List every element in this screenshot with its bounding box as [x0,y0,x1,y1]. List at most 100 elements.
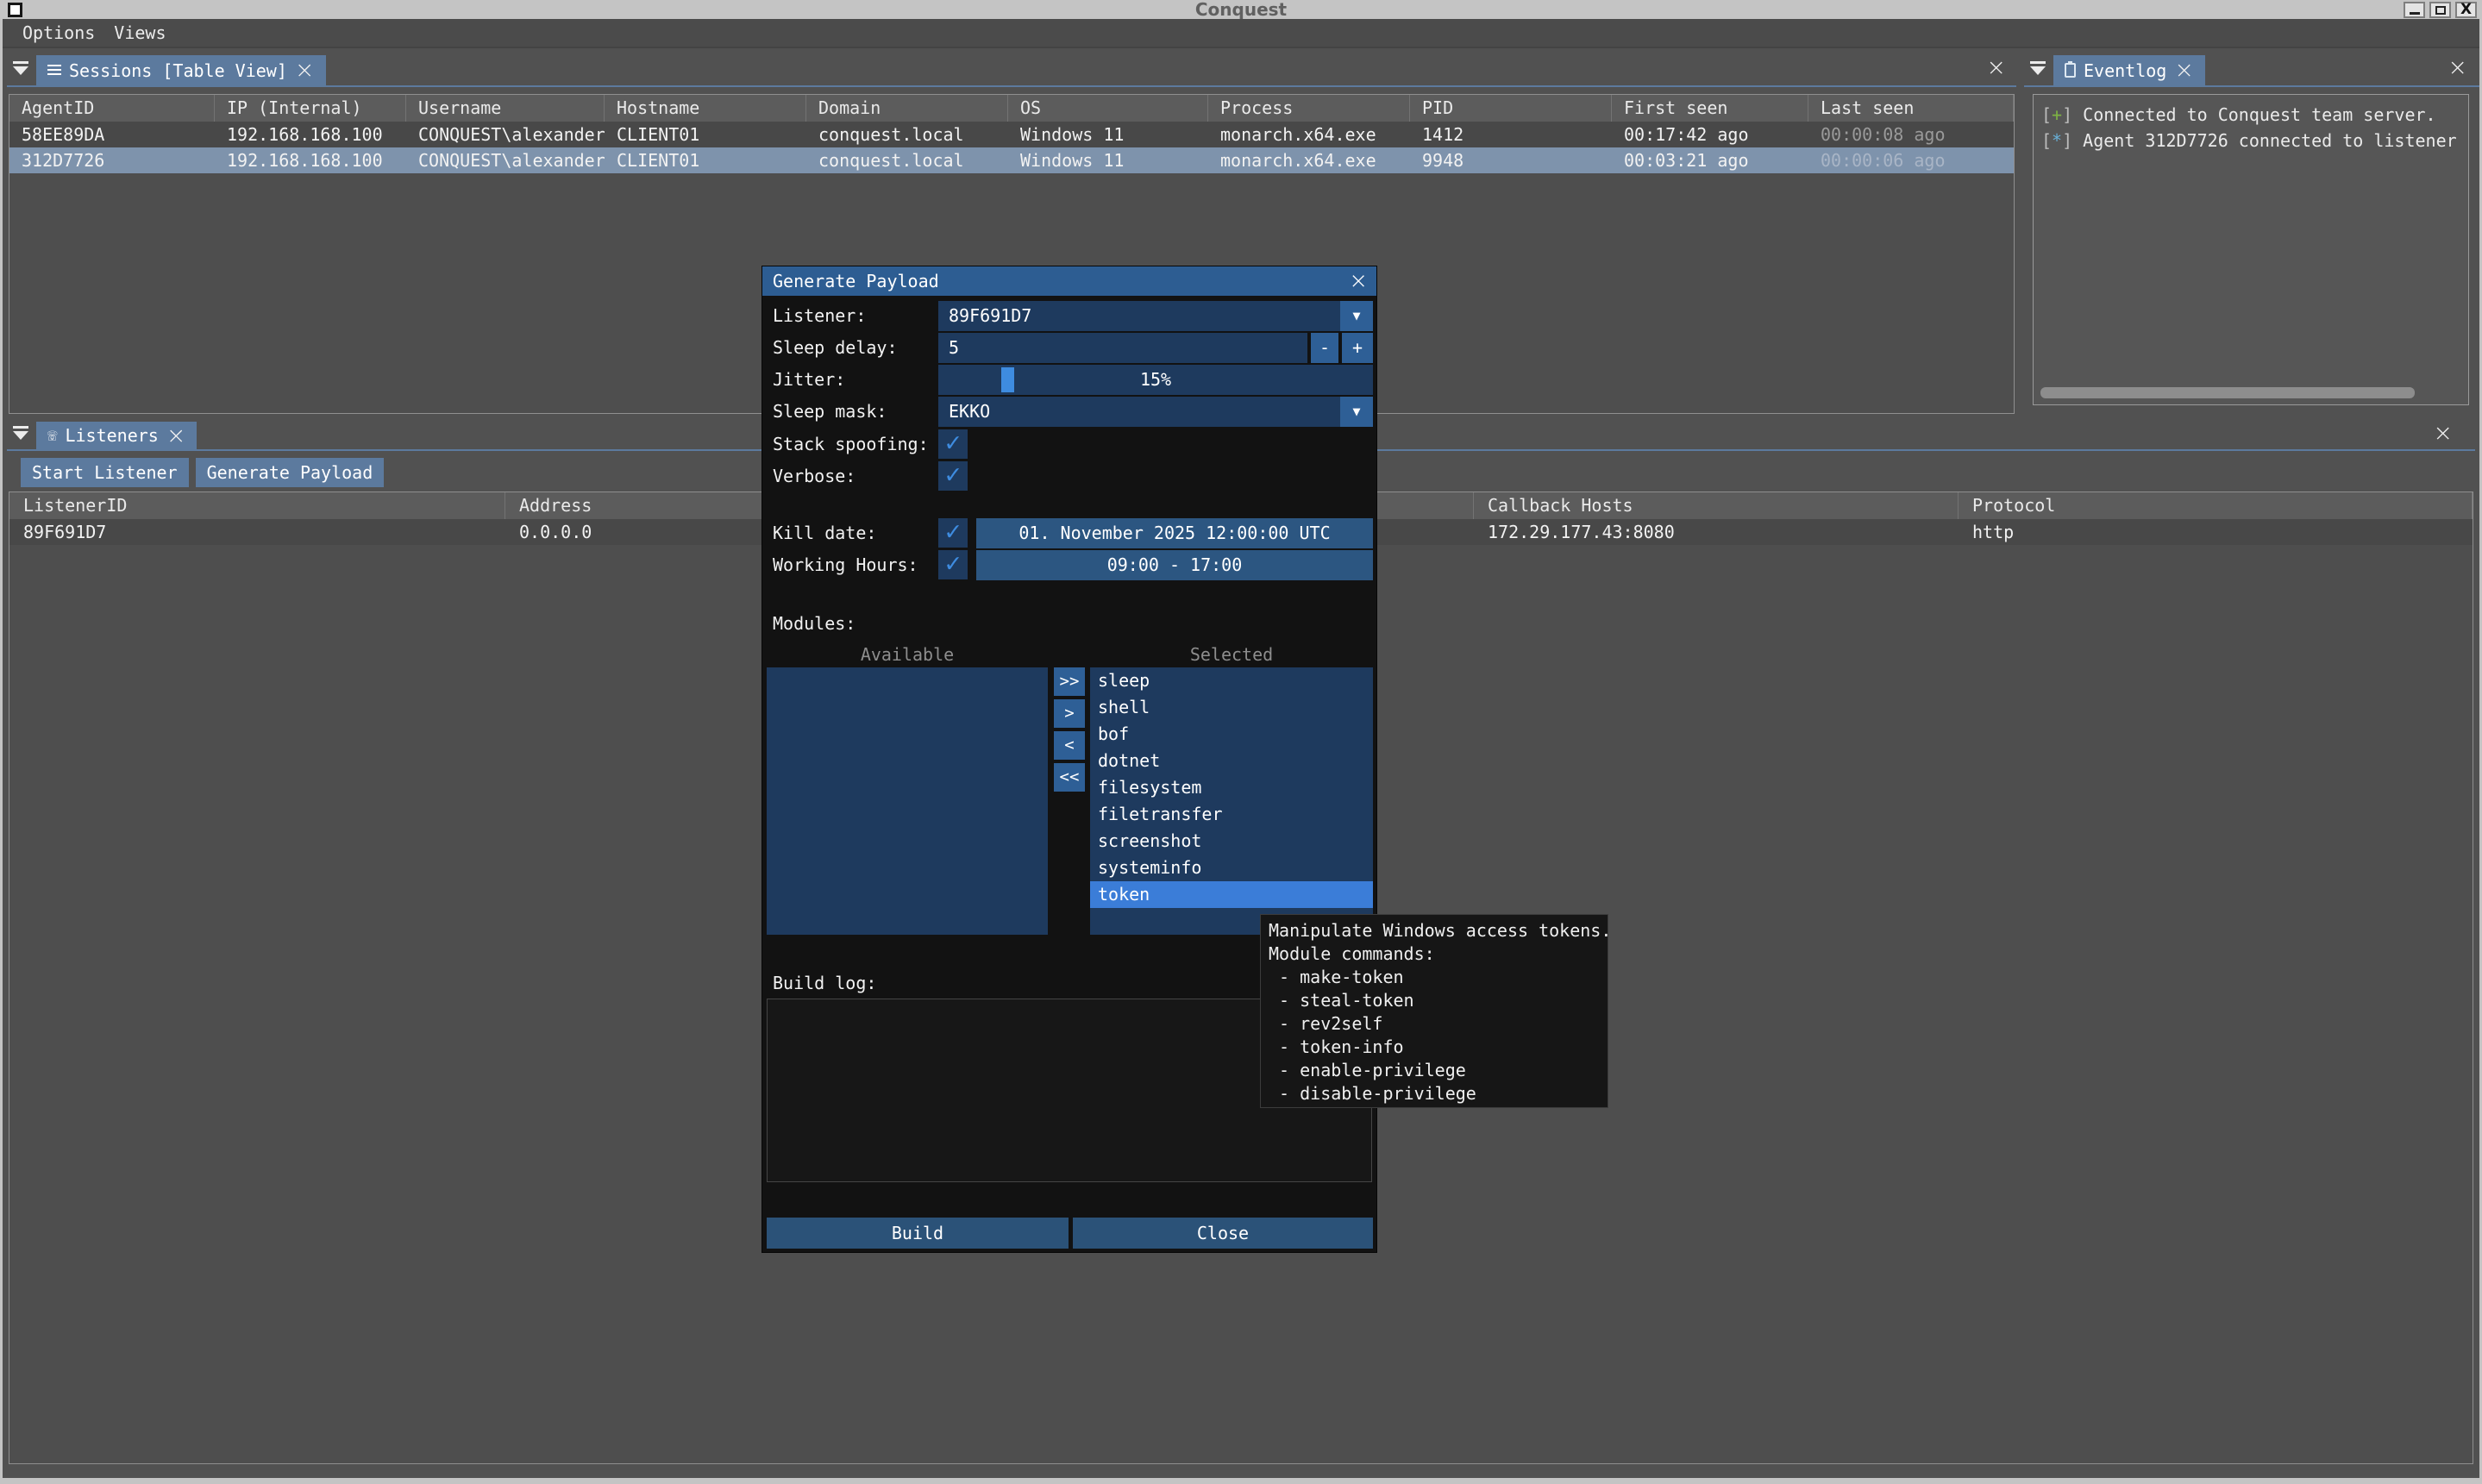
verbose-checkbox[interactable]: ✓ [938,461,968,491]
tab-close-icon[interactable]: × [166,424,186,448]
minimize-button[interactable] [2404,2,2425,18]
sleep-delay-decrement-button[interactable]: - [1311,333,1338,363]
eventlog-line: [*] Agent 312D7726 connected to listener [2041,128,2460,153]
listeners-dock-close-icon[interactable]: × [2433,422,2453,445]
check-icon: ✓ [945,460,961,490]
sleep-mask-select[interactable]: EKKO ▼ [938,397,1373,427]
col-callback-hosts[interactable]: Callback Hosts [1474,492,1959,519]
eventlog-panel: Eventlog × × [+] Connected to Conquest t… [2024,53,2479,414]
move-all-right-button[interactable]: >> [1054,667,1085,696]
listener-select[interactable]: 89F691D7 ▼ [938,301,1373,331]
chevron-down-icon[interactable]: ▼ [1340,301,1373,331]
dock-menu-icon[interactable] [2030,61,2046,75]
working-hours-button[interactable]: 09:00 - 17:00 [976,550,1373,580]
col-pid[interactable]: PID [1410,95,1612,122]
menu-options[interactable]: Options [13,18,104,47]
col-protocol[interactable]: Protocol [1959,492,2473,519]
col-hostname[interactable]: Hostname [605,95,806,122]
sessions-table-header: AgentID IP (Internal) Username Hostname … [9,95,2014,122]
build-button[interactable]: Build [767,1218,1069,1249]
module-item[interactable]: screenshot [1090,828,1373,855]
eventlog-line: [+] Connected to Conquest team server. [2041,102,2460,128]
tab-underline [2024,85,2479,87]
module-tooltip: Manipulate Windows access tokens. Module… [1260,914,1608,1108]
sessions-dock-close-icon[interactable]: × [1986,56,2006,79]
dialog-title: Generate Payload [773,271,939,291]
col-last-seen[interactable]: Last seen [1808,95,2014,122]
col-ip[interactable]: IP (Internal) [215,95,406,122]
col-process[interactable]: Process [1208,95,1410,122]
phone-icon: ☏ [47,428,57,444]
close-icon: X [2460,3,2472,17]
tab-eventlog[interactable]: Eventlog × [2053,55,2205,85]
available-modules-list[interactable] [767,667,1048,935]
maximize-button[interactable] [2429,2,2451,18]
start-listener-button[interactable]: Start Listener [21,458,189,487]
move-right-button[interactable]: > [1054,699,1085,728]
dialog-titlebar[interactable]: Generate Payload × [762,266,1376,296]
window-titlebar[interactable]: Conquest X [0,0,2482,19]
chevron-down-icon[interactable]: ▼ [1340,397,1373,427]
col-os[interactable]: OS [1008,95,1208,122]
working-hours-checkbox[interactable]: ✓ [938,550,968,579]
tab-listeners[interactable]: ☏ Listeners × [36,422,197,449]
available-header: Available [767,643,1048,666]
sessions-panel-header: Sessions [Table View] × × [7,53,2016,85]
selected-header: Selected [1090,643,1373,666]
col-domain[interactable]: Domain [806,95,1008,122]
module-item[interactable]: shell [1090,694,1373,721]
close-window-button[interactable]: X [2455,2,2477,18]
slider-handle[interactable] [1001,367,1014,392]
minimize-icon [2410,12,2420,15]
module-item[interactable]: filetransfer [1090,801,1373,828]
build-log-label: Build log: [773,973,876,993]
tab-sessions[interactable]: Sessions [Table View] × [36,55,326,85]
close-button[interactable]: Close [1073,1218,1373,1249]
dialog-close-icon[interactable]: × [1349,266,1368,296]
kill-date-checkbox[interactable]: ✓ [938,518,968,548]
session-row[interactable]: 58EE89DA 192.168.168.100 CONQUEST\alexan… [9,122,2014,147]
sleep-delay-input[interactable]: 5 [938,333,1307,363]
dock-menu-icon[interactable] [13,61,28,75]
tab-eventlog-label: Eventlog [2084,60,2166,81]
maximize-icon [2435,6,2446,15]
eventlog-panel-header: Eventlog × × [2024,53,2479,85]
move-left-button[interactable]: < [1054,731,1085,760]
jitter-slider[interactable]: 15% [938,365,1373,395]
tab-close-icon[interactable]: × [295,59,315,82]
tab-close-icon[interactable]: × [2174,59,2194,82]
module-item-selected[interactable]: token [1090,881,1373,908]
check-icon: ✓ [945,548,961,579]
col-agentid[interactable]: AgentID [9,95,215,122]
selected-modules-list: sleep shell bof dotnet filesystem filetr… [1090,667,1373,935]
tab-sessions-label: Sessions [Table View] [69,60,287,81]
eventlog-dock-close-icon[interactable]: × [2448,56,2467,79]
move-all-left-button[interactable]: << [1054,763,1085,792]
check-icon: ✓ [945,517,961,547]
sleep-delay-row: Sleep delay: 5 - + [762,333,1376,363]
module-item[interactable]: dotnet [1090,748,1373,774]
menu-views[interactable]: Views [104,18,175,47]
module-item[interactable]: filesystem [1090,774,1373,801]
col-first-seen[interactable]: First seen [1612,95,1808,122]
col-listenerid[interactable]: ListenerID [9,492,505,519]
sleep-delay-increment-button[interactable]: + [1342,333,1373,363]
window-title: Conquest [0,0,2482,19]
horizontal-scrollbar[interactable] [2040,387,2415,398]
module-item[interactable]: bof [1090,721,1373,748]
sleep-mask-select-value: EKKO [949,401,990,422]
stack-spoofing-checkbox[interactable]: ✓ [938,429,968,459]
col-username[interactable]: Username [406,95,605,122]
session-row-selected[interactable]: 312D7726 192.168.168.100 CONQUEST\alexan… [9,147,2014,173]
check-icon: ✓ [945,428,961,458]
module-item[interactable]: sleep [1090,667,1373,694]
kill-date-button[interactable]: 01. November 2025 12:00:00 UTC [976,518,1373,548]
module-item[interactable]: systeminfo [1090,855,1373,881]
dock-menu-icon[interactable] [13,426,28,440]
generate-payload-button[interactable]: Generate Payload [196,458,385,487]
tab-listeners-label: Listeners [65,425,158,446]
tab-underline [7,85,2016,87]
menubar: Options Views [3,19,2479,48]
verbose-row: Verbose: ✓ [762,461,1376,492]
sleep-mask-row: Sleep mask: EKKO ▼ [762,397,1376,427]
